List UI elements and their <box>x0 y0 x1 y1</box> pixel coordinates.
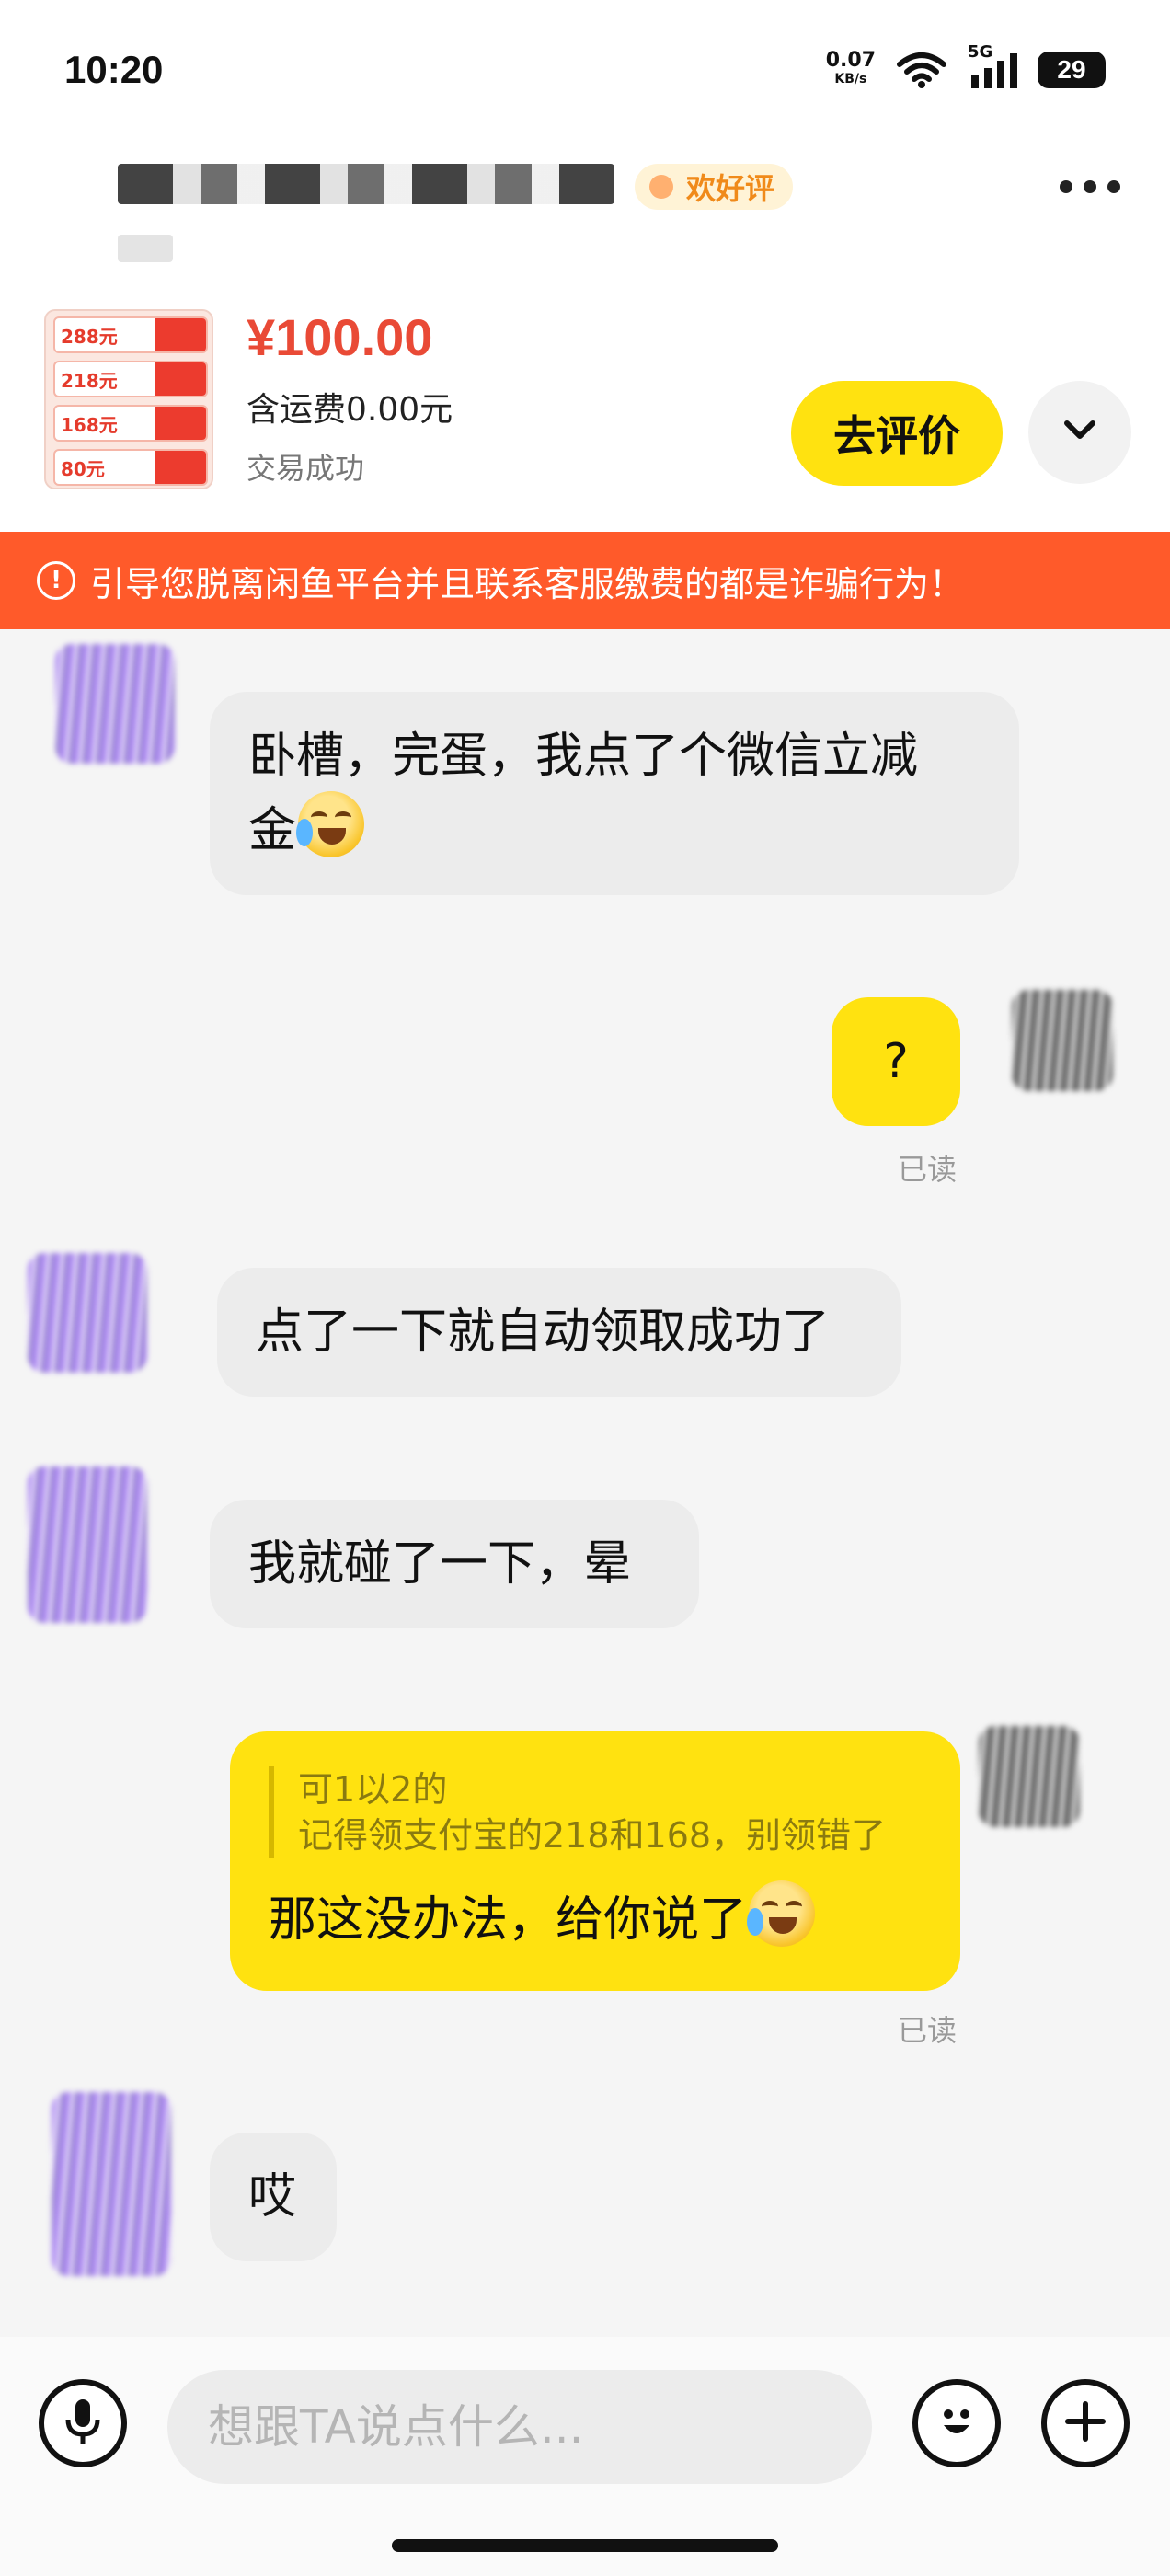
more-actions-button[interactable] <box>1041 2379 1130 2467</box>
chevron-down-icon <box>1063 420 1096 445</box>
product-thumbnail[interactable]: 288元 218元 168元 80元 <box>44 309 213 489</box>
network-type: 5G <box>968 42 993 62</box>
more-options-button[interactable] <box>1060 180 1120 193</box>
message-bubble-outgoing-with-quote[interactable]: 可1以2的 记得领支付宝的218和168，别领错了 那这没办法，给你说了 <box>230 1731 960 1991</box>
microphone-icon <box>63 2396 103 2451</box>
coupon-item: 80元 <box>53 449 208 486</box>
wifi-icon <box>896 52 947 88</box>
status-time: 10:20 <box>64 48 164 91</box>
my-avatar[interactable] <box>979 1726 1080 1827</box>
net-speed: 0.07 KB/s <box>825 49 876 88</box>
trade-status: 交易成功 <box>247 451 365 486</box>
warning-text: 引导您脱离闲鱼平台并且联系客服缴费的都是诈骗行为！ <box>90 563 965 604</box>
message-bubble-incoming[interactable]: 点了一下就自动领取成功了 <box>217 1268 901 1397</box>
other-user-avatar[interactable] <box>55 644 175 764</box>
message-bubble-incoming[interactable]: 我就碰了一下，晕 <box>210 1500 699 1628</box>
plus-icon <box>1062 2398 1108 2448</box>
voice-input-button[interactable] <box>39 2379 127 2467</box>
cellular-signal-icon: 5G <box>968 42 1017 88</box>
warning-icon: ! <box>37 561 75 600</box>
praise-badge-label: 欢好评 <box>686 171 775 206</box>
fraud-warning-banner: ! 引导您脱离闲鱼平台并且联系客服缴费的都是诈骗行为！ <box>0 532 1170 629</box>
my-avatar[interactable] <box>1012 990 1113 1091</box>
praise-badge[interactable]: 欢好评 <box>635 164 794 210</box>
seller-name-redacted[interactable] <box>118 164 614 204</box>
crying-laughing-emoji-icon <box>296 791 365 857</box>
product-price: ¥100.00 <box>247 308 433 366</box>
status-icons: 0.07 KB/s 5G 29 <box>825 42 1106 88</box>
badge-dot-icon <box>649 175 673 199</box>
quoted-message[interactable]: 可1以2的 记得领支付宝的218和168，别领错了 <box>269 1766 922 1858</box>
coupon-item: 288元 <box>53 316 208 353</box>
other-user-avatar[interactable] <box>28 1466 147 1623</box>
seller-name-redacted-line2 <box>118 235 173 262</box>
net-speed-unit: KB/s <box>834 72 867 86</box>
read-status: 已读 <box>898 2013 958 2048</box>
shipping-fee: 含运费0.00元 <box>247 391 453 429</box>
message-bubble-incoming[interactable]: 卧槽，完蛋，我点了个微信立减 金 <box>210 692 1019 895</box>
home-indicator[interactable] <box>392 2539 778 2552</box>
other-user-avatar[interactable] <box>28 1253 147 1373</box>
review-button[interactable]: 去评价 <box>791 381 1003 486</box>
more-dot-icon <box>1107 180 1120 193</box>
emoji-button[interactable] <box>912 2379 1001 2467</box>
coupon-item: 218元 <box>53 361 208 397</box>
smiley-face-icon <box>931 2396 982 2451</box>
message-input[interactable] <box>167 2370 872 2484</box>
message-bubble-outgoing[interactable]: ? <box>832 997 960 1126</box>
message-bubble-incoming[interactable]: 哎 <box>210 2133 337 2261</box>
more-dot-icon <box>1084 180 1096 193</box>
crying-laughing-emoji-icon <box>747 1880 816 1947</box>
expand-button[interactable] <box>1028 381 1131 484</box>
read-status: 已读 <box>898 1152 958 1187</box>
coupon-item: 168元 <box>53 405 208 442</box>
net-speed-value: 0.07 <box>825 49 876 72</box>
battery-indicator: 29 <box>1038 52 1106 88</box>
more-dot-icon <box>1060 180 1072 193</box>
other-user-avatar[interactable] <box>52 2092 171 2276</box>
